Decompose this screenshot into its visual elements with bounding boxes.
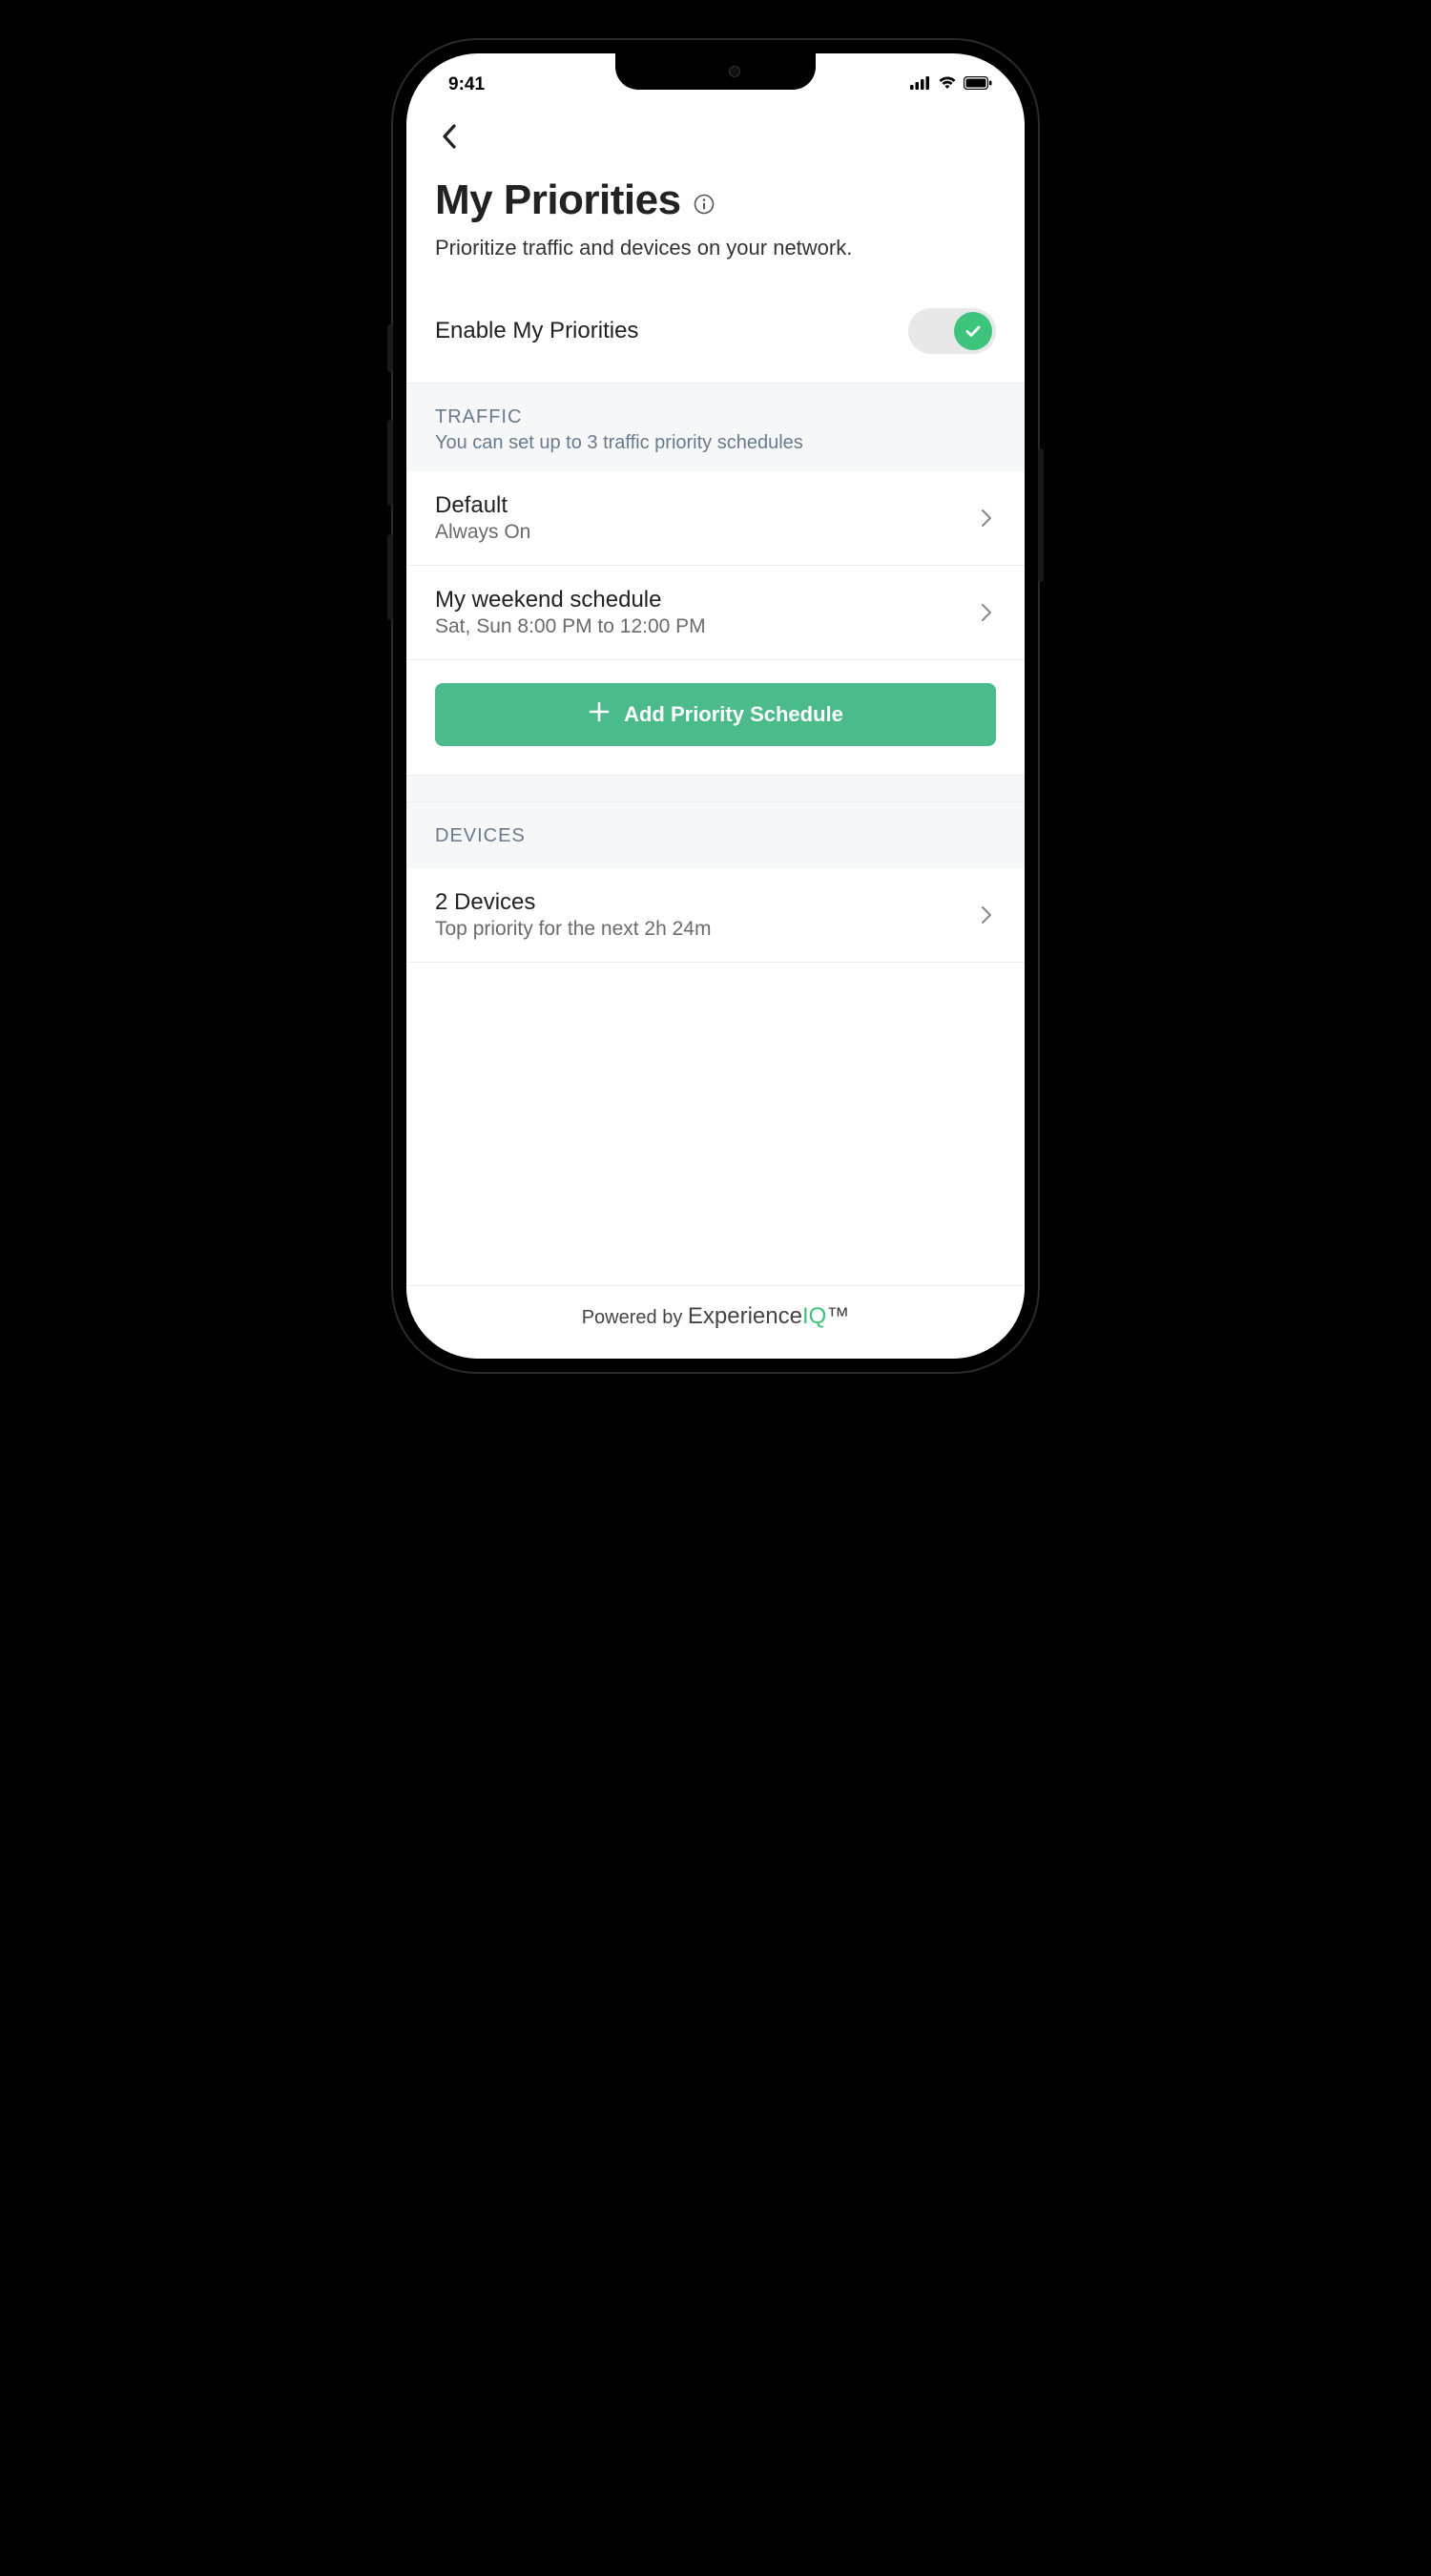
volume-up-button bbox=[387, 420, 393, 506]
traffic-section-subtitle: You can set up to 3 traffic priority sch… bbox=[435, 432, 996, 454]
row-title: My weekend schedule bbox=[435, 587, 977, 613]
check-icon bbox=[964, 322, 983, 341]
side-button bbox=[387, 324, 393, 372]
row-title: Default bbox=[435, 492, 977, 519]
info-icon[interactable] bbox=[693, 193, 716, 216]
footer-brand-iq: IQ bbox=[802, 1303, 826, 1329]
volume-down-button bbox=[387, 534, 393, 620]
battery-icon bbox=[964, 74, 992, 95]
devices-section-title: DEVICES bbox=[435, 825, 996, 847]
chevron-right-icon bbox=[977, 905, 996, 924]
status-time: 9:41 bbox=[448, 74, 485, 95]
devices-section-header: DEVICES bbox=[406, 801, 1025, 868]
enable-label: Enable My Priorities bbox=[435, 318, 638, 344]
footer-prefix: Powered by bbox=[582, 1307, 688, 1328]
nav-bar bbox=[406, 103, 1025, 154]
page-title: My Priorities bbox=[435, 177, 681, 224]
traffic-section-header: TRAFFIC You can set up to 3 traffic prio… bbox=[406, 383, 1025, 471]
section-gap bbox=[406, 775, 1025, 801]
footer: Powered by ExperienceIQ™ bbox=[406, 1285, 1025, 1359]
row-subtitle: Sat, Sun 8:00 PM to 12:00 PM bbox=[435, 615, 977, 638]
screen: 9:41 My Priorities bbox=[406, 53, 1025, 1359]
row-subtitle: Always On bbox=[435, 521, 977, 544]
chevron-right-icon bbox=[977, 603, 996, 622]
add-button-label: Add Priority Schedule bbox=[624, 702, 843, 727]
traffic-row-weekend[interactable]: My weekend schedule Sat, Sun 8:00 PM to … bbox=[406, 566, 1025, 660]
notch bbox=[615, 53, 816, 90]
devices-row[interactable]: 2 Devices Top priority for the next 2h 2… bbox=[406, 868, 1025, 963]
back-button[interactable] bbox=[435, 122, 464, 151]
page-subtitle: Prioritize traffic and devices on your n… bbox=[435, 236, 996, 260]
row-title: 2 Devices bbox=[435, 889, 977, 916]
traffic-section-title: TRAFFIC bbox=[435, 406, 996, 428]
camera-dot bbox=[729, 66, 740, 77]
page-header: My Priorities Prioritize traffic and dev… bbox=[406, 154, 1025, 289]
add-priority-schedule-button[interactable]: Add Priority Schedule bbox=[435, 683, 996, 746]
footer-tm: ™ bbox=[826, 1303, 849, 1329]
phone-frame: 9:41 My Priorities bbox=[391, 38, 1040, 1374]
spacer bbox=[406, 963, 1025, 1285]
power-button bbox=[1038, 448, 1044, 582]
add-button-container: Add Priority Schedule bbox=[406, 660, 1025, 775]
enable-row: Enable My Priorities bbox=[406, 289, 1025, 383]
traffic-row-default[interactable]: Default Always On bbox=[406, 471, 1025, 566]
cellular-icon bbox=[910, 74, 931, 95]
chevron-right-icon bbox=[977, 509, 996, 528]
row-subtitle: Top priority for the next 2h 24m bbox=[435, 918, 977, 941]
plus-icon bbox=[588, 700, 611, 729]
wifi-icon bbox=[938, 74, 957, 95]
footer-brand-experience: Experience bbox=[688, 1303, 802, 1329]
toggle-knob bbox=[954, 312, 992, 350]
enable-toggle[interactable] bbox=[908, 308, 996, 354]
